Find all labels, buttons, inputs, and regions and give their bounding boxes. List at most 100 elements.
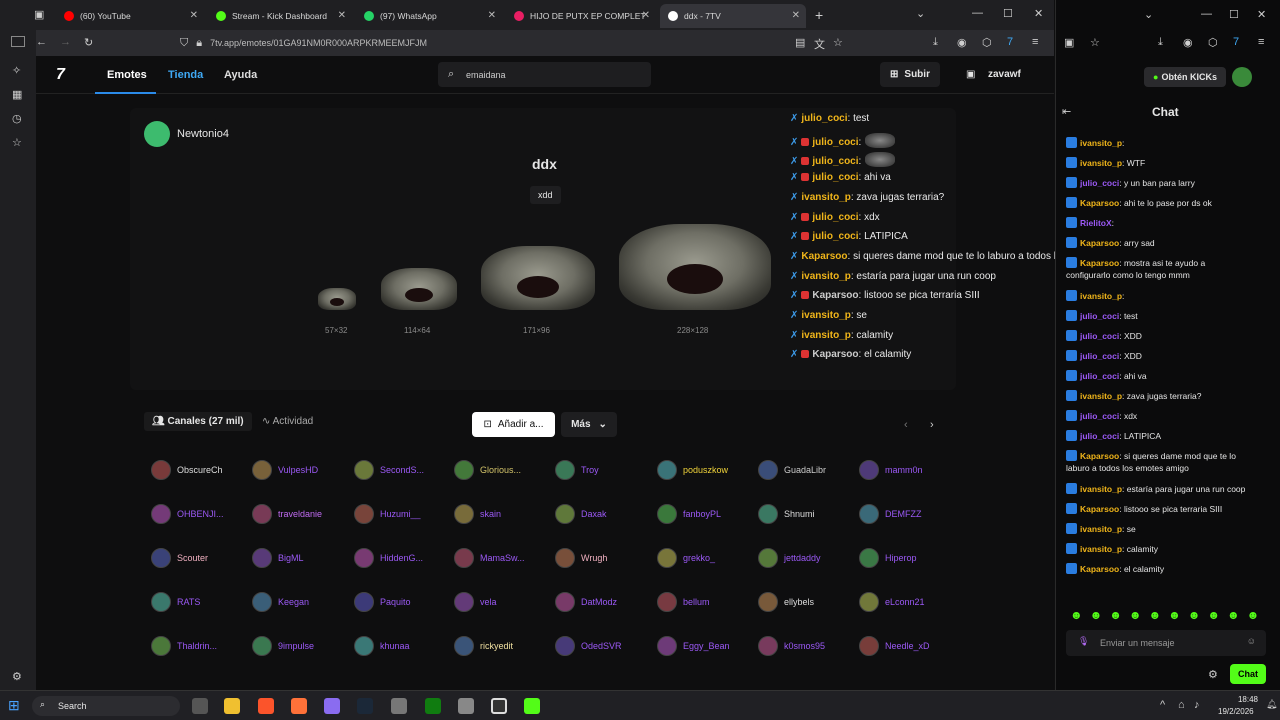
account-icon[interactable]: ◉ (957, 36, 967, 49)
channel-item[interactable]: RATS (151, 592, 200, 612)
emote-tag[interactable]: xdd (530, 186, 561, 204)
reload-icon[interactable]: ↻ (84, 36, 93, 49)
kick-chat-user[interactable]: julio_coci (1080, 371, 1119, 381)
browser-tab[interactable]: (97) WhatsApp ✕ (356, 4, 502, 28)
kick-chat-user[interactable]: ivansito_p (1080, 391, 1122, 401)
tabs-icon[interactable]: ▦ (12, 88, 22, 101)
channel-item[interactable]: HiddenG... (354, 548, 423, 568)
kick-chat-user[interactable]: julio_coci (1080, 178, 1119, 188)
pane-close-icon[interactable]: ✕ (1257, 8, 1266, 21)
collapse-chat-icon[interactable]: ⇤ (1062, 105, 1071, 118)
pane-7tv-icon[interactable]: 7 (1233, 36, 1239, 48)
channel-item[interactable]: Glorious... (454, 460, 521, 480)
tray-chevron-icon[interactable]: ^ (1160, 699, 1165, 711)
channel-item[interactable]: Needle_xD (859, 636, 930, 656)
kick-chat-user[interactable]: julio_coci (1080, 411, 1119, 421)
tab-actions-icon[interactable]: ▣ (34, 8, 44, 21)
translate-icon[interactable]: 文 (814, 36, 825, 52)
back-icon[interactable]: ← (36, 36, 47, 48)
minimize-icon[interactable]: — (972, 7, 983, 19)
uploader-avatar[interactable] (144, 121, 170, 147)
channel-item[interactable]: traveldanie (252, 504, 322, 524)
channel-item[interactable]: skain (454, 504, 501, 524)
add-to-button[interactable]: ⊡ Añadir a... (472, 412, 555, 437)
kick-chat-user[interactable]: julio_coci (1080, 311, 1119, 321)
channel-item[interactable]: Keegan (252, 592, 309, 612)
kick-chat-user[interactable]: ivansito_p (1080, 484, 1122, 494)
kick-chat-user[interactable]: julio_coci (1080, 431, 1119, 441)
taskview-icon[interactable] (192, 698, 208, 714)
kick-chat-user[interactable]: ivansito_p (1080, 544, 1122, 554)
kick-chat-user[interactable]: ivansito_p (1080, 524, 1122, 534)
download-icon[interactable]: ⤓ (933, 36, 938, 49)
file-explorer-icon[interactable] (224, 698, 240, 714)
volume-icon[interactable]: ♪ (1194, 699, 1200, 711)
kick-avatar[interactable] (1232, 67, 1252, 87)
close-tab-icon[interactable]: ✕ (190, 10, 198, 21)
kick-chat-user[interactable]: ivansito_p (1080, 158, 1122, 168)
kick-chat-user[interactable]: RielitoX (1080, 218, 1112, 228)
obs-icon[interactable] (491, 698, 507, 714)
7tv-extension-icon[interactable]: 7 (1007, 36, 1013, 48)
kick-app-icon[interactable] (524, 698, 540, 714)
channel-item[interactable]: khunaa (354, 636, 410, 656)
address-bar[interactable]: ⛉ 🔒︎ 7tv.app/emotes/01GA91NM0R000ARPKRME… (180, 34, 860, 52)
pane-account-icon[interactable]: ◉ (1183, 36, 1193, 49)
more-button[interactable]: Más ⌄ (561, 412, 617, 437)
channel-item[interactable]: DatModz (555, 592, 617, 612)
browser-tab[interactable]: (60) YouTube ✕ (56, 4, 204, 28)
brave-icon[interactable] (258, 698, 274, 714)
channel-item[interactable]: jettdaddy (758, 548, 821, 568)
channel-item[interactable]: Troy (555, 460, 599, 480)
close-tab-icon[interactable]: ✕ (488, 10, 496, 21)
sidebar-toggle-icon[interactable] (11, 36, 25, 47)
close-tab-icon[interactable]: ✕ (642, 10, 650, 21)
steam-icon[interactable] (357, 698, 373, 714)
browser-tab[interactable]: HIJO DE PUTX EP COMPLET ✕ (506, 4, 656, 28)
close-tab-icon[interactable]: ✕ (338, 10, 346, 21)
channel-item[interactable]: poduszkow (657, 460, 728, 480)
prev-page-icon[interactable]: ‹ (904, 419, 908, 431)
channel-item[interactable]: Eggy_Bean (657, 636, 730, 656)
notifications-icon[interactable]: 🔔︎ (1266, 699, 1277, 710)
send-chat-button[interactable]: Chat (1230, 664, 1266, 684)
menu-icon[interactable]: ≡ (1032, 36, 1038, 48)
channel-item[interactable]: fanboyPL (657, 504, 721, 524)
channel-item[interactable]: GuadaLibr (758, 460, 826, 480)
channel-item[interactable]: Scouter (151, 548, 208, 568)
channel-item[interactable]: 9impulse (252, 636, 314, 656)
channel-item[interactable]: MamaSw... (454, 548, 525, 568)
kick-chat-user[interactable]: Kaparsoo (1080, 504, 1119, 514)
history-icon[interactable]: ◷ (12, 112, 22, 125)
channel-item[interactable]: Thaldrin... (151, 636, 217, 656)
next-page-icon[interactable]: › (930, 419, 934, 431)
channel-item[interactable]: OHBENJI... (151, 504, 224, 524)
channel-item[interactable]: Daxak (555, 504, 607, 524)
uploader-name[interactable]: Newtonio4 (177, 128, 229, 140)
clock-time[interactable]: 18:48 (1222, 695, 1258, 704)
user-name[interactable]: zavawf (988, 69, 1021, 80)
kick-chat-user[interactable]: Kaparsoo (1080, 238, 1119, 248)
channel-item[interactable]: ObscureCh (151, 460, 223, 480)
pane-menu-icon[interactable]: ≡ (1258, 36, 1264, 48)
forward-icon[interactable]: → (60, 36, 71, 48)
kick-chat-user[interactable]: julio_coci (1080, 331, 1119, 341)
channel-item[interactable]: mamm0n (859, 460, 923, 480)
close-window-icon[interactable]: ✕ (1034, 7, 1043, 20)
new-tab-icon[interactable]: + (815, 7, 823, 23)
channel-item[interactable]: Wrugh (555, 548, 607, 568)
app-icon-1[interactable] (324, 698, 340, 714)
channel-item[interactable]: Paquito (354, 592, 411, 612)
nav-tienda[interactable]: Tienda (168, 69, 203, 81)
kick-chat-user[interactable]: Kaparsoo (1080, 564, 1119, 574)
channel-item[interactable]: rickyedit (454, 636, 513, 656)
channel-item[interactable]: ellybels (758, 592, 814, 612)
nav-emotes[interactable]: Emotes (107, 69, 147, 81)
pane-star-icon[interactable]: ☆ (1090, 36, 1100, 49)
emote-bar[interactable]: ☻☻☻☻☻☻☻☻☻☻ (1070, 608, 1266, 622)
windows-start-icon[interactable]: ⊞ (8, 697, 20, 714)
channel-item[interactable]: Huzumi__ (354, 504, 421, 524)
channel-item[interactable]: DEMFZZ (859, 504, 922, 524)
settings-gear-icon[interactable]: ⚙ (12, 670, 22, 683)
upload-button[interactable]: ⊞ Subir (880, 62, 940, 87)
